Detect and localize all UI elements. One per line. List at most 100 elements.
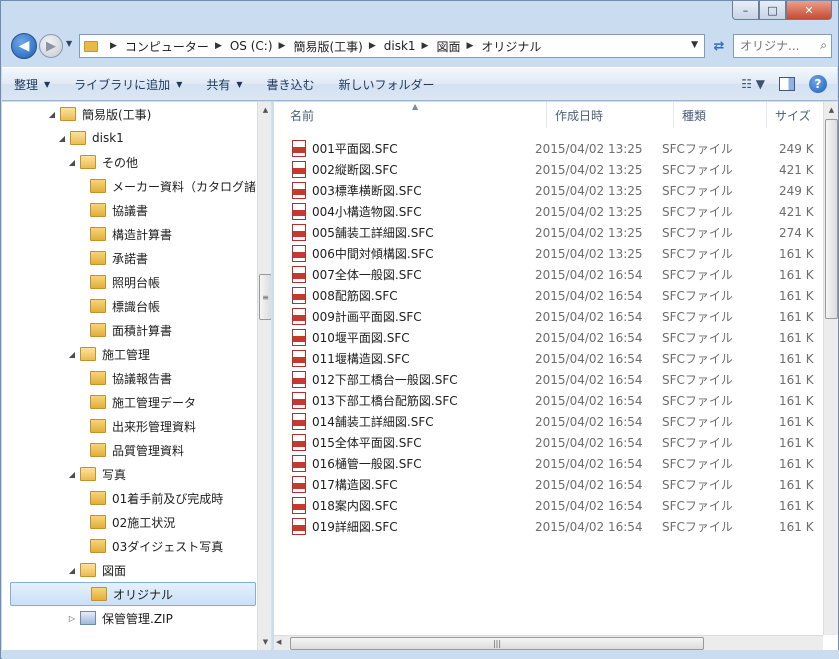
file-row[interactable]: 010堰平面図.SFC 2015/04/02 16:54 SFCファイル 161 K <box>292 327 814 348</box>
address-bar[interactable]: ▶ コンピューター ▶ OS (C:) ▶ 簡易版(工事) ▶ disk1 ▶ 図面 ▶ … <box>79 34 705 58</box>
expanded-arrow-icon[interactable]: ◢ <box>66 350 78 359</box>
search-box[interactable]: ⌕ <box>733 34 832 58</box>
tree-item-maker-shiryo[interactable]: メーカー資料（カタログ諸 <box>76 174 256 198</box>
chevron-right-icon[interactable]: ▶ <box>369 41 376 51</box>
refresh-button[interactable]: ⇄ <box>707 34 731 58</box>
file-row[interactable]: 005舗装工詳細図.SFC 2015/04/02 13:25 SFCファイル 274 … <box>292 222 814 243</box>
scrollbar-thumb[interactable] <box>825 119 838 319</box>
expanded-arrow-icon[interactable]: ◢ <box>56 134 68 143</box>
tree-item-sonota[interactable]: ◢ その他 <box>66 150 138 174</box>
tree-item-seko-kanri[interactable]: ◢ 施工管理 <box>66 342 150 366</box>
tree-item-chakushu-mae[interactable]: 01着手前及び完成時 <box>76 486 223 510</box>
tree-item-disk1[interactable]: ◢ disk1 <box>56 126 124 150</box>
tree-item-menseki-keisansho[interactable]: 面積計算書 <box>76 318 172 342</box>
breadcrumb-computer[interactable]: コンピューター ▶ <box>125 38 230 55</box>
scroll-left-icon[interactable]: ◀ <box>276 638 281 646</box>
scrollbar-thumb[interactable]: ||| <box>290 637 704 650</box>
file-row[interactable]: 008配筋図.SFC 2015/04/02 16:54 SFCファイル 161 K <box>292 285 814 306</box>
preview-pane-icon[interactable] <box>779 77 795 91</box>
help-icon[interactable]: ? <box>809 75 827 93</box>
file-row[interactable]: 007全体一般図.SFC 2015/04/02 16:54 SFCファイル 161 K <box>292 264 814 285</box>
add-to-library-button[interactable]: ライブラリに追加 ▼ <box>62 68 194 100</box>
collapsed-arrow-icon[interactable]: ▷ <box>66 614 78 623</box>
scroll-up-icon[interactable]: ▲ <box>824 102 838 118</box>
share-button[interactable]: 共有 ▼ <box>194 68 254 100</box>
file-row[interactable]: 002縦断図.SFC 2015/04/02 13:25 SFCファイル 421 K <box>292 159 814 180</box>
tree-item-digest-shashin[interactable]: 03ダイジェスト写真 <box>76 534 223 558</box>
file-row[interactable]: 015全体平面図.SFC 2015/04/02 16:54 SFCファイル 161 K <box>292 432 814 453</box>
folder-icon <box>90 395 106 409</box>
tree-item-hinshitsu-kanri[interactable]: 品質管理資料 <box>76 438 184 462</box>
scrollbar-thumb[interactable]: ≡ <box>259 274 271 320</box>
nav-vertical-scrollbar[interactable]: ▲ ≡ ▼ <box>257 102 271 650</box>
column-header-date[interactable]: 作成日時 <box>547 102 674 128</box>
tree-item-shashin[interactable]: ◢ 写真 <box>66 462 126 486</box>
recent-pages-dropdown[interactable]: ▼ <box>66 39 72 48</box>
files-vertical-scrollbar[interactable]: ▲ <box>823 102 838 635</box>
tree-item-dekigata-kanri[interactable]: 出来形管理資料 <box>76 414 196 438</box>
back-button[interactable]: ◀ <box>11 33 37 59</box>
tree-item-kyogisho[interactable]: 協議書 <box>76 198 148 222</box>
breadcrumb-original[interactable]: オリジナル <box>481 38 541 55</box>
file-row[interactable]: 006中間対傾構図.SFC 2015/04/02 13:25 SFCファイル 161 … <box>292 243 814 264</box>
breadcrumb-disk1[interactable]: disk1 ▶ <box>384 39 437 53</box>
file-name: 007全体一般図.SFC <box>312 268 422 282</box>
tree-item-original[interactable]: オリジナル <box>10 582 256 606</box>
search-input[interactable] <box>740 39 800 53</box>
expanded-arrow-icon[interactable]: ◢ <box>66 158 78 167</box>
breadcrumb-kan-i-ban[interactable]: 簡易版(工事) ▶ <box>293 38 383 55</box>
folder-icon <box>90 419 106 433</box>
file-row[interactable]: 011堰構造図.SFC 2015/04/02 16:54 SFCファイル 161 K <box>292 348 814 369</box>
file-row[interactable]: 012下部工橋台一般図.SFC 2015/04/02 16:54 SFCファイル 16… <box>292 369 814 390</box>
tree-item-zumen[interactable]: ◢ 図面 <box>66 558 126 582</box>
chevron-right-icon[interactable]: ▶ <box>422 41 429 51</box>
scroll-up-icon[interactable]: ▲ <box>258 102 271 118</box>
expanded-arrow-icon[interactable]: ◢ <box>46 110 58 119</box>
file-row[interactable]: 017構造図.SFC 2015/04/02 16:54 SFCファイル 161 K <box>292 474 814 495</box>
breadcrumb-separator[interactable]: ▶ <box>104 41 125 51</box>
expanded-arrow-icon[interactable]: ◢ <box>66 566 78 575</box>
breadcrumb-zumen[interactable]: 図面 ▶ <box>436 38 481 55</box>
column-header-type[interactable]: 種類 <box>674 102 767 128</box>
expanded-arrow-icon[interactable]: ◢ <box>66 470 78 479</box>
burn-button[interactable]: 書き込む <box>255 68 327 100</box>
chevron-right-icon[interactable]: ▶ <box>215 41 222 51</box>
file-type: SFCファイル <box>662 331 733 345</box>
file-row[interactable]: 014舗装工詳細図.SFC 2015/04/02 16:54 SFCファイル 161 … <box>292 411 814 432</box>
organize-button[interactable]: 整理 ▼ <box>2 68 62 100</box>
tree-item-hyoshiki-daicho[interactable]: 標識台帳 <box>76 294 160 318</box>
file-row[interactable]: 001平面図.SFC 2015/04/02 13:25 SFCファイル 249 K <box>292 138 814 159</box>
file-row[interactable]: 019詳細図.SFC 2015/04/02 16:54 SFCファイル 161 K <box>292 516 814 537</box>
file-row[interactable]: 009計画平面図.SFC 2015/04/02 16:54 SFCファイル 161 K <box>292 306 814 327</box>
scroll-down-icon[interactable]: ▼ <box>258 634 271 650</box>
new-folder-button[interactable]: 新しいフォルダー <box>327 68 447 100</box>
column-header-name[interactable]: 名前 <box>282 102 547 128</box>
view-options-icon[interactable]: ☷ ▼ <box>741 77 765 91</box>
tree-item-seko-kanri-data[interactable]: 施工管理データ <box>76 390 196 414</box>
tree-item-kozo-keisansho[interactable]: 構造計算書 <box>76 222 172 246</box>
tree-item-shodakusho[interactable]: 承諾書 <box>76 246 148 270</box>
search-icon[interactable]: ⌕ <box>820 38 827 53</box>
breadcrumb-os-c[interactable]: OS (C:) ▶ <box>230 39 294 53</box>
address-dropdown-icon[interactable]: ▼ <box>691 40 698 50</box>
chevron-right-icon[interactable]: ▶ <box>279 41 286 51</box>
tree-item-kan-i-ban[interactable]: ◢ 簡易版(工事) <box>46 102 151 126</box>
file-row[interactable]: 003標準横断図.SFC 2015/04/02 13:25 SFCファイル 249 K <box>292 180 814 201</box>
column-header-size[interactable]: サイズ <box>767 102 827 128</box>
tree-item-shomei-daicho[interactable]: 照明台帳 <box>76 270 160 294</box>
file-row[interactable]: 013下部工橋台配筋図.SFC 2015/04/02 16:54 SFCファイル 16… <box>292 390 814 411</box>
file-row[interactable]: 004小構造物図.SFC 2015/04/02 13:25 SFCファイル 421 K <box>292 201 814 222</box>
chevron-down-icon: ▼ <box>176 79 183 89</box>
tree-item-kyogi-hokokusho[interactable]: 協議報告書 <box>76 366 172 390</box>
close-button[interactable]: ✕ <box>786 1 832 20</box>
maximize-button[interactable]: □ <box>759 1 786 20</box>
chevron-right-icon[interactable]: ▶ <box>466 41 473 51</box>
forward-button[interactable]: ▶ <box>39 34 63 58</box>
tree-item-seko-jokyo[interactable]: 02施工状況 <box>76 510 175 534</box>
minimize-button[interactable]: – <box>732 1 759 20</box>
file-row[interactable]: 016樋管一般図.SFC 2015/04/02 16:54 SFCファイル 161 K <box>292 453 814 474</box>
file-size: 249 K <box>779 183 814 198</box>
file-row[interactable]: 018案内図.SFC 2015/04/02 16:54 SFCファイル 161 K <box>292 495 814 516</box>
files-horizontal-scrollbar[interactable]: ◀ ||| <box>274 635 823 650</box>
tree-item-hokan-kanri-zip[interactable]: ▷ 保管管理.ZIP <box>66 606 173 630</box>
